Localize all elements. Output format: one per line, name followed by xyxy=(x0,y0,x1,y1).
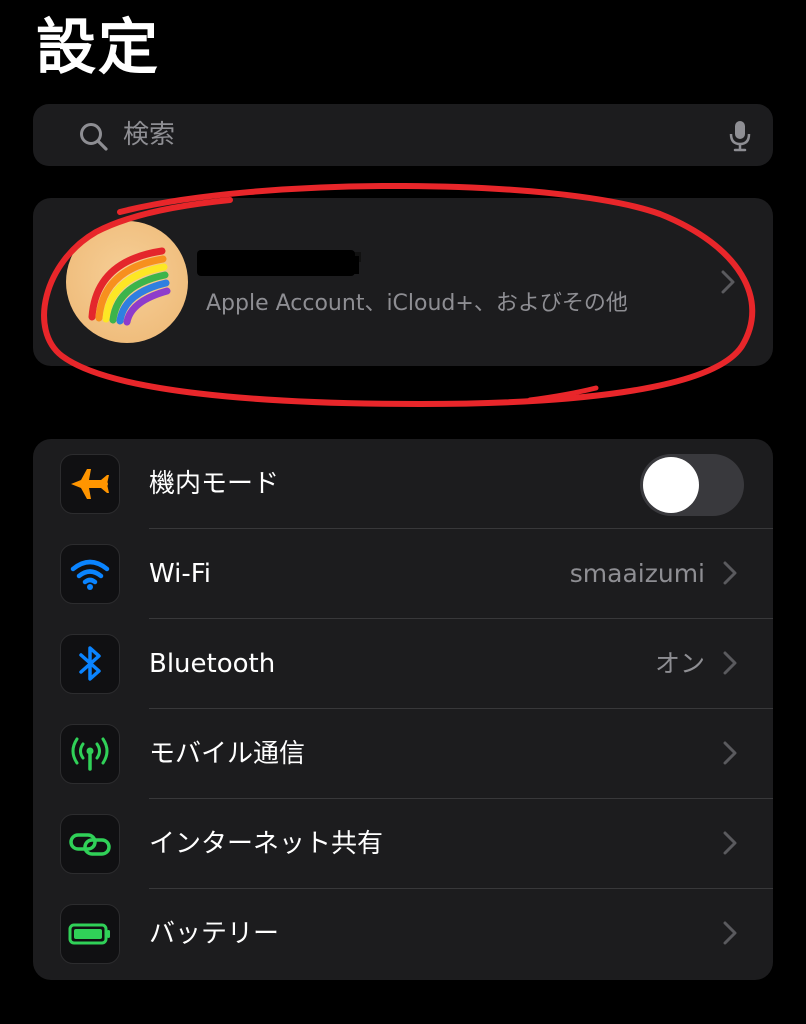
chevron-right-icon xyxy=(723,651,737,675)
wifi-icon-tile xyxy=(60,544,120,604)
airplane-mode-label: 機内モード xyxy=(149,469,280,499)
battery-icon-tile xyxy=(60,904,120,964)
bluetooth-row[interactable]: Bluetooth オン xyxy=(33,619,773,709)
antenna-icon-tile xyxy=(60,724,120,784)
battery-label: バッテリー xyxy=(149,919,280,949)
redacted-name xyxy=(197,250,355,276)
wifi-row[interactable]: Wi-Fi smaaizumi xyxy=(33,529,773,619)
chevron-right-icon xyxy=(723,831,737,855)
bluetooth-label: Bluetooth xyxy=(149,649,276,679)
wifi-network-name: smaaizumi xyxy=(569,559,705,588)
page-title: 設定 xyxy=(36,13,160,83)
cellular-row[interactable]: モバイル通信 xyxy=(33,709,773,799)
chevron-right-icon xyxy=(723,741,737,765)
bluetooth-icon xyxy=(79,646,101,681)
battery-row[interactable]: バッテリー xyxy=(33,889,773,979)
battery-icon xyxy=(68,923,110,945)
rainbow-icon xyxy=(88,247,171,326)
bluetooth-status: オン xyxy=(654,649,705,678)
airplane-icon xyxy=(71,469,109,499)
apple-account-card[interactable]: Apple Account、iCloud+、およびその他 xyxy=(33,198,773,366)
airplane-icon-tile xyxy=(60,454,120,514)
airplane-mode-toggle[interactable] xyxy=(640,454,744,516)
antenna-icon xyxy=(71,737,109,771)
search-icon xyxy=(80,123,108,151)
avatar xyxy=(66,221,188,343)
chain-link-icon xyxy=(69,833,111,856)
chevron-right-icon xyxy=(723,921,737,945)
personal-hotspot-label: インターネット共有 xyxy=(149,829,384,859)
chain-link-icon-tile xyxy=(60,814,120,874)
search-bar[interactable]: 検索 xyxy=(33,104,773,166)
connectivity-settings-group: 機内モード Wi-Fi smaaizumi Bluetooth オン モバイル通… xyxy=(33,439,773,980)
account-subtitle: Apple Account、iCloud+、およびその他 xyxy=(206,291,628,316)
microphone-icon[interactable] xyxy=(729,120,751,152)
chevron-right-icon xyxy=(723,561,737,585)
bluetooth-icon-tile xyxy=(60,634,120,694)
wifi-icon xyxy=(70,559,110,590)
personal-hotspot-row[interactable]: インターネット共有 xyxy=(33,799,773,889)
cellular-label: モバイル通信 xyxy=(149,739,306,769)
search-placeholder: 検索 xyxy=(123,120,176,150)
toggle-knob xyxy=(643,457,699,513)
airplane-mode-row[interactable]: 機内モード xyxy=(33,439,773,529)
chevron-right-icon xyxy=(721,270,735,294)
wifi-label: Wi-Fi xyxy=(149,559,212,589)
